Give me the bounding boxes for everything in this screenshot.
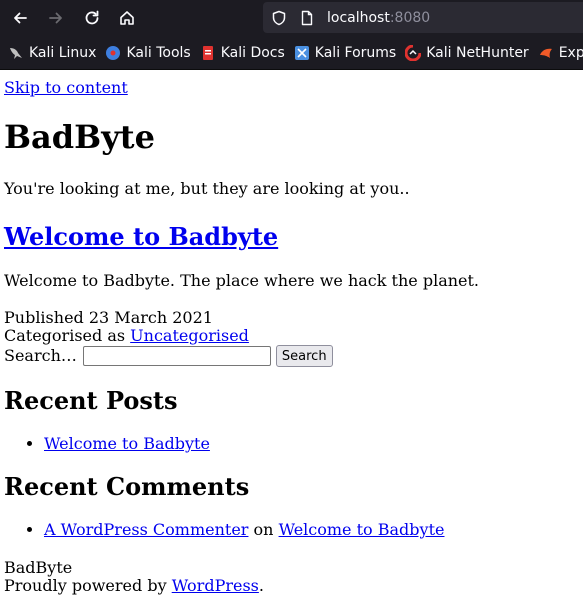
comment-post-link[interactable]: Welcome to Badbyte [279, 520, 445, 539]
url-bar[interactable]: localhost:8080 [263, 2, 583, 33]
published-date: Published 23 March 2021 [4, 308, 213, 327]
arrow-right-icon [49, 12, 62, 24]
kali-tools-icon [105, 45, 121, 61]
kali-dragon-icon [8, 45, 24, 61]
bookmark-kali-linux[interactable]: Kali Linux [8, 45, 96, 61]
bookmark-kali-forums[interactable]: Kali Forums [294, 45, 396, 61]
footer-site-name: BadByte [4, 558, 73, 577]
categorised-prefix: Categorised as [4, 326, 131, 345]
post-title: Welcome to Badbyte [4, 223, 579, 251]
comment-on-text: on [248, 520, 279, 539]
home-button[interactable] [113, 4, 141, 32]
page-icon[interactable] [299, 10, 315, 26]
browser-toolbar: localhost:8080 [0, 0, 583, 36]
search-input[interactable] [82, 346, 271, 366]
reload-button[interactable] [78, 4, 106, 32]
list-item: A WordPress Commenter on Welcome to Badb… [44, 521, 579, 539]
recent-post-link[interactable]: Welcome to Badbyte [44, 434, 210, 453]
url-host: localhost [327, 9, 390, 26]
home-icon [120, 11, 134, 25]
bookmark-label: Exploi [558, 44, 583, 61]
bookmark-kali-docs[interactable]: Kali Docs [200, 45, 285, 61]
footer-period: . [258, 576, 264, 595]
forward-button[interactable] [42, 4, 70, 32]
shield-icon[interactable] [271, 10, 287, 26]
kali-nethunter-icon [405, 44, 422, 61]
bookmark-label: Kali Forums [314, 44, 397, 61]
back-button[interactable] [6, 4, 34, 32]
bookmark-kali-tools[interactable]: Kali Tools [105, 44, 191, 61]
bookmark-label: Kali Docs [220, 44, 285, 61]
post-body: Welcome to Badbyte. The place where we h… [4, 271, 480, 290]
page-content: Skip to content BadByte You're looking a… [0, 79, 583, 595]
bookmark-label: Kali Tools [126, 44, 191, 61]
post-title-link[interactable]: Welcome to Badbyte [4, 222, 278, 251]
footer-powered-by: Proudly powered by WordPress. [4, 577, 579, 595]
search-button[interactable]: Search [275, 345, 333, 367]
kali-forums-icon [294, 45, 310, 61]
site-tagline: You're looking at me, but they are looki… [4, 179, 410, 198]
exploit-db-icon [538, 45, 554, 61]
reload-icon [85, 10, 99, 25]
category-link[interactable]: Uncategorised [130, 326, 249, 345]
post-meta: Published 23 March 2021 Categorised as U… [4, 309, 579, 345]
wordpress-link[interactable]: WordPress [172, 576, 259, 595]
bookmark-label: Kali Linux [29, 44, 97, 61]
arrow-left-icon [14, 12, 27, 24]
categories: Categorised as Uncategorised [4, 327, 579, 345]
powered-by-text: Proudly powered by [4, 576, 172, 595]
search-form: Search… Search [4, 345, 579, 367]
search-label: Search… [4, 346, 77, 365]
recent-posts-heading: Recent Posts [4, 386, 178, 415]
bookmark-exploit-db[interactable]: Exploi [538, 45, 583, 61]
recent-comments-list: A WordPress Commenter on Welcome to Badb… [4, 521, 579, 539]
url-text[interactable]: localhost:8080 [327, 10, 430, 26]
list-item: Welcome to Badbyte [44, 435, 579, 453]
bookmark-kali-nethunter[interactable]: Kali NetHunter [405, 44, 529, 61]
bookmark-label: Kali NetHunter [426, 44, 529, 61]
recent-posts-list: Welcome to Badbyte [4, 435, 579, 453]
comment-author-link[interactable]: A WordPress Commenter [44, 520, 248, 539]
url-port: :8080 [389, 9, 431, 26]
site-footer: BadByte Proudly powered by WordPress. [4, 559, 579, 595]
bookmarks-bar: Kali Linux Kali Tools Kali Docs Kali For… [0, 36, 583, 70]
site-title: BadByte [4, 118, 155, 156]
kali-docs-icon [200, 45, 216, 61]
recent-comments-heading: Recent Comments [4, 472, 250, 501]
skip-to-content-link[interactable]: Skip to content [4, 79, 579, 97]
